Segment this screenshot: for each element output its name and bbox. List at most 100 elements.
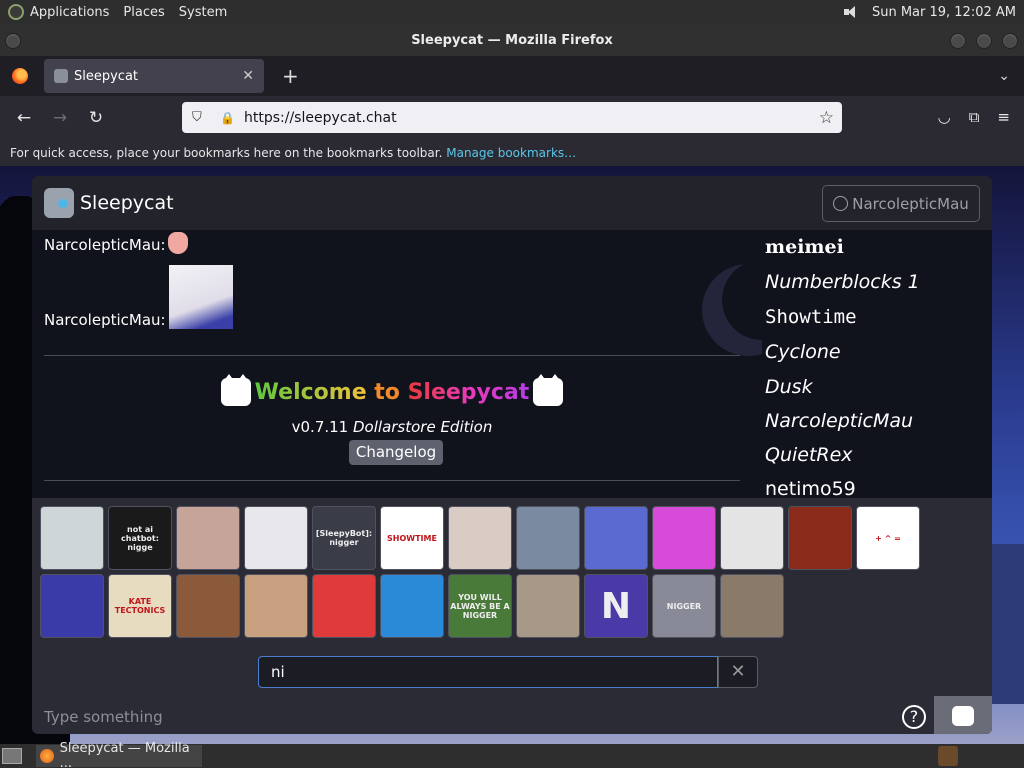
gif-tile[interactable]: N	[584, 574, 648, 638]
gif-tile[interactable]	[516, 574, 580, 638]
chat-log[interactable]: NarcolepticMau: NarcolepticMau: Welcome …	[32, 230, 762, 500]
page-viewport: Sleepycat NarcolepticMau NarcolepticMau:…	[0, 166, 1024, 744]
version-line: v0.7.11 Dollarstore Edition	[32, 418, 752, 436]
gif-tile[interactable]: NIGGER	[652, 574, 716, 638]
taskbar-item-firefox[interactable]: Sleepycat — Mozilla ...	[36, 741, 202, 768]
volume-icon[interactable]	[843, 5, 862, 19]
moon-decoration	[722, 260, 762, 340]
close-tab-icon[interactable]: ✕	[242, 68, 254, 84]
favicon-icon	[54, 69, 68, 83]
message-input[interactable]: Type something	[44, 708, 163, 726]
window-titlebar[interactable]: Sleepycat — Mozilla Firefox	[0, 24, 1024, 56]
gif-tile[interactable]	[584, 506, 648, 570]
back-icon[interactable]: ←	[12, 108, 36, 128]
gif-tile-text: + ^ =	[875, 533, 901, 543]
gif-tile[interactable]	[720, 506, 784, 570]
changelog-button[interactable]: Changelog	[349, 440, 443, 465]
gif-tile[interactable]	[312, 574, 376, 638]
firefox-launcher-icon[interactable]	[938, 746, 958, 766]
chat-message: NarcolepticMau:	[44, 265, 233, 329]
divider	[44, 480, 740, 481]
message-image[interactable]	[167, 232, 188, 254]
gif-tile[interactable]: + ^ =	[856, 506, 920, 570]
compose-bar: Type something ?	[32, 696, 992, 734]
clock[interactable]: Sun Mar 19, 12:02 AM	[872, 5, 1016, 20]
extensions-icon[interactable]: ⧉	[969, 108, 980, 126]
gif-tile[interactable]	[244, 574, 308, 638]
message-author: NarcolepticMau:	[44, 236, 166, 254]
gif-tile[interactable]	[448, 506, 512, 570]
gif-tile[interactable]	[788, 506, 852, 570]
chevron-down-icon[interactable]: ⌄	[998, 68, 1010, 84]
menu-icon[interactable]: ≡	[997, 108, 1010, 126]
new-tab-icon[interactable]: +	[282, 64, 299, 88]
reload-icon[interactable]: ↻	[84, 108, 108, 128]
taskbar-item-label: Sleepycat — Mozilla ...	[59, 741, 190, 768]
user-list-item[interactable]: Cyclone	[765, 341, 841, 363]
close-window-button[interactable]	[1002, 33, 1018, 49]
lock-icon[interactable]: 🔒	[220, 111, 235, 125]
gif-tile[interactable]: KATE TECTONICS	[108, 574, 172, 638]
message-author: NarcolepticMau:	[44, 311, 166, 329]
edition-name: Dollarstore Edition	[353, 418, 493, 436]
gif-tile-text: [SleepyBot]: nigger	[315, 529, 373, 547]
gif-tile[interactable]: YOU WILL ALWAYS BE A NIGGER	[448, 574, 512, 638]
welcome-sleepycat: Sleepycat	[407, 379, 530, 405]
shield-icon[interactable]: ⛉	[192, 110, 208, 125]
user-button[interactable]: NarcolepticMau	[822, 185, 980, 222]
manage-bookmarks-link[interactable]: Manage bookmarks…	[446, 146, 576, 160]
distro-logo-icon[interactable]	[8, 4, 24, 20]
tab-title: Sleepycat	[74, 68, 139, 84]
gif-tile[interactable]	[720, 574, 784, 638]
gif-tile[interactable]	[516, 506, 580, 570]
menu-system[interactable]: System	[179, 5, 227, 20]
user-list-item[interactable]: netimo59	[765, 478, 856, 500]
user-list-item[interactable]: NarcolepticMau	[765, 410, 913, 432]
user-list-item[interactable]: Showtime	[765, 306, 857, 328]
firefox-icon	[40, 749, 54, 763]
user-list-item[interactable]: meimei	[765, 236, 844, 258]
pocket-icon[interactable]: ◡	[938, 108, 951, 126]
menu-applications[interactable]: Applications	[30, 5, 109, 20]
forward-icon[interactable]: →	[48, 108, 72, 128]
gif-tile[interactable]: not ai chatbot: nigge	[108, 506, 172, 570]
gif-tile[interactable]	[176, 506, 240, 570]
nav-toolbar: ← → ↻ ⛉ 🔒 https://sleepycat.chat ☆ ◡ ⧉ ≡	[0, 96, 1024, 140]
user-icon	[833, 196, 849, 211]
brand-name: Sleepycat	[80, 192, 174, 214]
user-list-item[interactable]: Dusk	[765, 376, 813, 398]
clear-search-icon[interactable]: ✕	[718, 656, 758, 688]
url-bar[interactable]: ⛉ 🔒 https://sleepycat.chat ☆	[182, 102, 842, 133]
gif-tile[interactable]	[176, 574, 240, 638]
message-image[interactable]	[168, 265, 233, 329]
gif-tile[interactable]	[380, 574, 444, 638]
bookmark-star-icon[interactable]: ☆	[819, 108, 834, 128]
window-menu-button[interactable]	[5, 33, 21, 49]
show-desktop-icon[interactable]	[2, 748, 22, 764]
cat-icon	[220, 374, 251, 406]
user-button-label: NarcolepticMau	[852, 194, 969, 213]
top-panel: Applications Places System Sun Mar 19, 1…	[0, 0, 1024, 24]
tab-sleepycat[interactable]: Sleepycat ✕	[44, 59, 264, 93]
welcome-to: to	[366, 379, 408, 405]
firefox-view-icon[interactable]	[12, 68, 28, 84]
user-list-item[interactable]: QuietRex	[765, 444, 853, 466]
minimize-button[interactable]	[950, 33, 966, 49]
gif-search-input[interactable]: ni	[258, 656, 718, 688]
gif-tile[interactable]: [SleepyBot]: nigger	[312, 506, 376, 570]
gif-tile[interactable]	[40, 506, 104, 570]
divider	[44, 355, 740, 356]
maximize-button[interactable]	[976, 33, 992, 49]
bookmarks-hint: For quick access, place your bookmarks h…	[10, 146, 443, 160]
url-text[interactable]: https://sleepycat.chat	[244, 110, 397, 126]
menu-places[interactable]: Places	[123, 5, 164, 20]
gif-tile[interactable]	[652, 506, 716, 570]
send-button[interactable]	[934, 696, 992, 734]
gif-tile-text: NIGGER	[666, 601, 702, 611]
gif-tile[interactable]	[244, 506, 308, 570]
user-list[interactable]: meimei Numberblocks 1 Showtime Cyclone D…	[762, 230, 992, 500]
gif-tile[interactable]	[40, 574, 104, 638]
gif-tile[interactable]: SHOWTIME	[380, 506, 444, 570]
user-list-item[interactable]: Numberblocks 1	[765, 271, 920, 293]
help-icon[interactable]: ?	[902, 705, 926, 729]
